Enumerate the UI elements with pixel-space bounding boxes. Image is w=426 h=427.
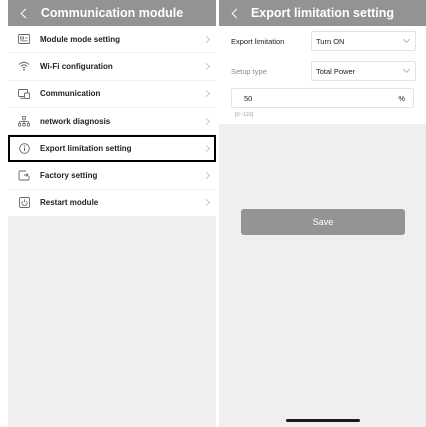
chevron-right-icon — [200, 172, 216, 180]
page-title: Communication module — [40, 6, 184, 20]
menu-item-label: Communication — [40, 89, 101, 99]
setup-type-value: Total Power — [316, 66, 356, 76]
chevron-left-icon — [20, 8, 31, 18]
module-mode-icon — [8, 34, 40, 45]
back-button[interactable] — [227, 0, 243, 26]
range-hint: [0~110] — [235, 112, 254, 118]
menu-item-factory-setting[interactable]: Factory setting — [8, 162, 216, 190]
factory-reset-icon — [8, 170, 40, 181]
power-limit-input[interactable]: 50 % — [231, 88, 414, 108]
export-limitation-form: Export limitation Turn ON Setup type Tot… — [219, 26, 426, 124]
menu-item-communication[interactable]: Communication — [8, 80, 216, 108]
chevron-right-icon — [200, 62, 216, 70]
setup-type-row: Setup type Total Power — [219, 56, 426, 86]
page-title: Export limitation setting — [250, 6, 395, 20]
chevron-down-icon — [402, 65, 411, 74]
restart-icon — [8, 197, 40, 209]
menu-item-label: Wi-Fi configuration — [40, 61, 113, 71]
save-button[interactable]: Save — [241, 209, 405, 235]
wifi-icon — [8, 61, 40, 72]
export-limitation-value: Turn ON — [316, 36, 345, 46]
settings-menu: Module mode setting Wi-Fi configuration … — [8, 26, 216, 218]
menu-item-label: Module mode setting — [40, 34, 120, 44]
setup-type-select[interactable]: Total Power — [311, 61, 416, 81]
menu-item-restart-module[interactable]: Restart module — [8, 189, 216, 218]
communication-icon — [8, 88, 40, 99]
info-icon — [8, 143, 40, 154]
chevron-right-icon — [200, 144, 216, 152]
chevron-left-icon — [231, 8, 242, 18]
export-limitation-row: Export limitation Turn ON — [219, 26, 426, 56]
unit-label: % — [398, 93, 405, 103]
back-button[interactable] — [16, 0, 32, 26]
menu-item-module-mode[interactable]: Module mode setting — [8, 26, 216, 54]
menu-item-wifi-configuration[interactable]: Wi-Fi configuration — [8, 53, 216, 81]
menu-item-label: Restart module — [40, 198, 99, 208]
header-bar: Export limitation setting — [219, 0, 426, 26]
chevron-right-icon — [200, 117, 216, 125]
export-limitation-screen: Export limitation setting Export limitat… — [219, 0, 426, 427]
network-icon — [8, 115, 40, 127]
menu-item-export-limitation-setting[interactable]: Export limitation setting — [8, 135, 216, 163]
chevron-right-icon — [200, 90, 216, 98]
menu-item-network-diagnosis[interactable]: network diagnosis — [8, 107, 216, 136]
export-limitation-select[interactable]: Turn ON — [311, 31, 416, 51]
power-limit-value: 50 — [244, 93, 253, 103]
chevron-down-icon — [402, 35, 411, 44]
menu-item-label: network diagnosis — [40, 116, 111, 126]
menu-item-label: Factory setting — [40, 171, 98, 181]
home-indicator[interactable] — [286, 419, 360, 422]
menu-item-label: Export limitation setting — [40, 143, 132, 153]
communication-module-screen: Communication module Module mode setting… — [8, 0, 216, 427]
chevron-right-icon — [200, 35, 216, 43]
chevron-right-icon — [200, 199, 216, 207]
header-bar: Communication module — [8, 0, 216, 26]
export-limitation-label: Export limitation — [231, 36, 285, 46]
setup-type-label: Setup type — [231, 66, 267, 76]
